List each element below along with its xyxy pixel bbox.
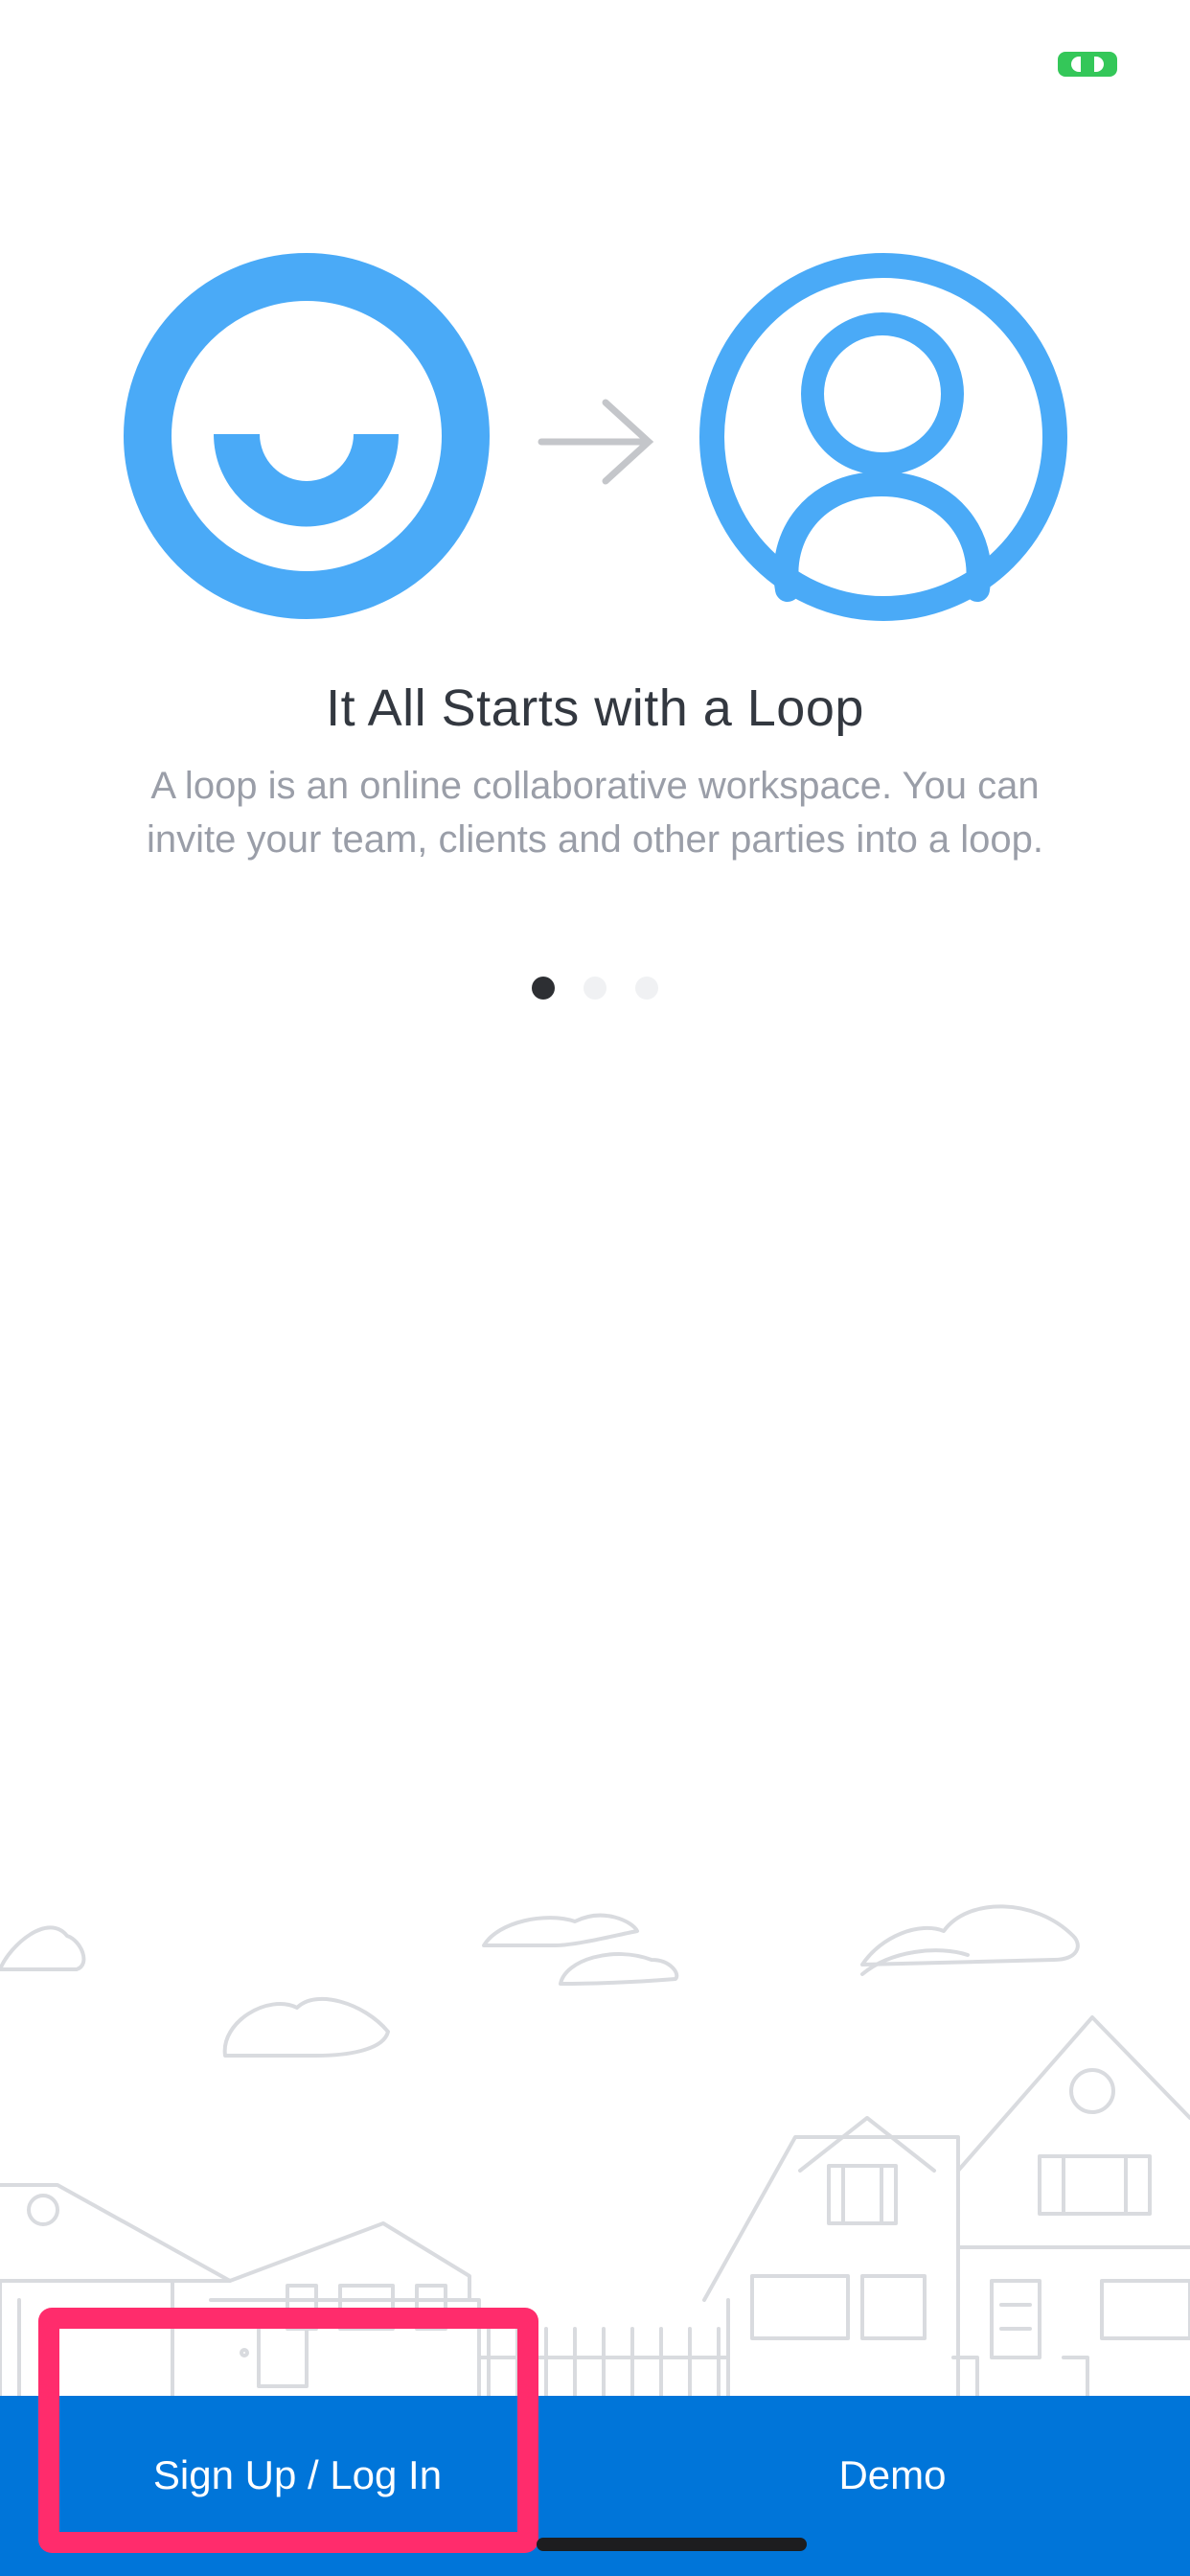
- arrow-right-icon: [538, 399, 654, 485]
- page-indicator[interactable]: [0, 977, 1190, 1000]
- page-dot-3[interactable]: [635, 977, 658, 1000]
- home-indicator: [537, 2538, 807, 2551]
- onboarding-description: A loop is an online collaborative worksp…: [146, 765, 1044, 861]
- status-indicator: [1058, 52, 1117, 77]
- page-dot-1[interactable]: [532, 977, 555, 1000]
- page-dot-2[interactable]: [584, 977, 606, 1000]
- user-profile-icon: [699, 253, 1067, 621]
- neighborhood-illustration: [0, 1878, 1190, 2398]
- loop-logo-icon: [124, 253, 490, 619]
- onboarding-illustration: [0, 240, 1190, 642]
- signup-login-button[interactable]: Sign Up / Log In: [0, 2396, 595, 2576]
- onboarding-title: It All Starts with a Loop: [326, 679, 864, 737]
